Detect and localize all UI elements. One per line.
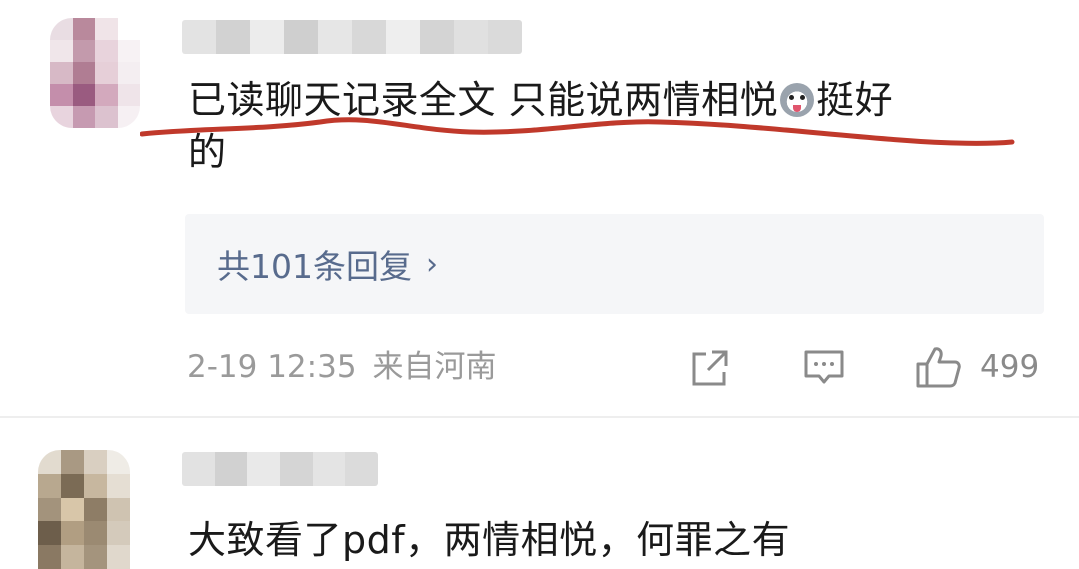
comment-text-line2: 的 [188,130,227,174]
comment-text: 已读聊天记录全文 只能说两情相悦 挺好 的 [188,74,1018,178]
timestamp: 2-19 12:35 [187,349,357,385]
username-blurred[interactable] [182,452,378,486]
avatar[interactable] [50,18,140,128]
view-replies-button[interactable]: 共101条回复 › [185,214,1044,314]
share-icon[interactable] [690,348,730,388]
thumbs-up-icon[interactable] [915,346,961,388]
dog-emoji-icon [780,83,815,117]
chevron-right-icon: › [426,246,438,282]
comment-text-part2: 挺好 [816,78,894,122]
comment-meta: 2-19 12:35 来自河南 [187,343,497,391]
comment-text: 大致看了pdf，两情相悦，何罪之有 [188,518,791,562]
comment-text-part1: 已读聊天记录全文 只能说两情相悦 [188,78,779,122]
comment-divider [0,416,1079,418]
like-count: 499 [980,349,1040,385]
username-blurred[interactable] [182,20,522,54]
replies-count-label: 共101条回复 [217,247,412,286]
comment-icon[interactable] [803,348,845,388]
location: 来自河南 [372,349,497,385]
avatar[interactable] [38,450,130,569]
